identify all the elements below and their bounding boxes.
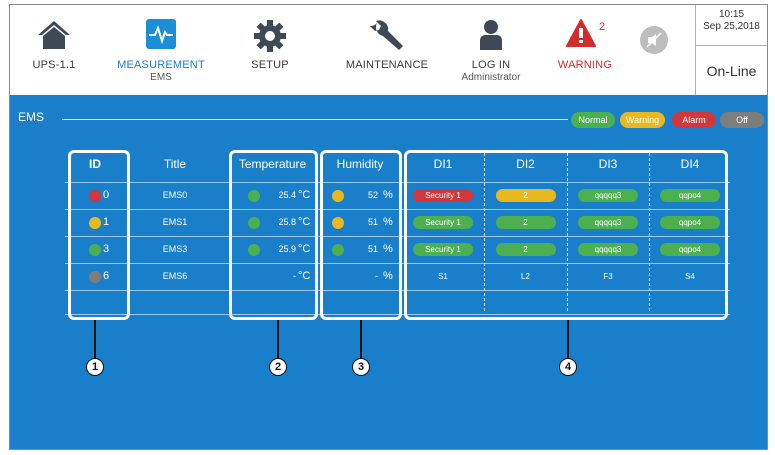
row-title: EMS6 — [162, 271, 188, 281]
nav-maintenance-label: MAINTENANCE — [345, 59, 429, 71]
home-icon — [37, 19, 71, 56]
nav-maintenance-button[interactable]: MAINTENANCE — [332, 5, 442, 95]
mute-speaker-icon — [644, 30, 664, 55]
clock-date: Sep 25,2018 — [703, 21, 760, 32]
column-header-title: Title — [163, 157, 187, 171]
nav-measurement-button[interactable]: MEASUREMENT EMS — [106, 5, 216, 95]
nav-ups-label: UPS-1.1 — [32, 59, 76, 71]
callout-marker-3: 3 — [352, 358, 370, 376]
ups-status: On-Line — [706, 63, 757, 79]
nav-login-button[interactable]: LOG IN Administrator — [450, 5, 532, 95]
clock-divider — [696, 45, 767, 46]
temperature-column-highlight — [229, 150, 318, 320]
callout-leader-line — [567, 320, 569, 358]
nav-ups-button[interactable]: UPS-1.1 — [10, 5, 98, 95]
user-icon — [479, 19, 503, 56]
callout-leader-line — [277, 320, 279, 358]
callout-leader-line — [360, 320, 362, 358]
humidity-column-highlight — [320, 150, 402, 320]
wrench-icon — [369, 19, 405, 58]
nav-login-user: Administrator — [461, 72, 521, 83]
top-navigation-bar: UPS-1.1 MEASUREMENT EMS SETUP MAINTENANC… — [10, 5, 767, 95]
nav-warning-label: WARNING — [557, 59, 613, 71]
clock-status-panel: 10:15 Sep 25,2018 On-Line — [695, 5, 767, 95]
row-title: EMS1 — [162, 217, 188, 227]
legend-alarm: Alarm — [672, 112, 716, 128]
mute-button[interactable] — [640, 26, 668, 54]
row-title: EMS3 — [162, 244, 188, 254]
legend-warning: Warning — [620, 112, 665, 128]
callout-marker-2: 2 — [269, 358, 287, 376]
legend-normal: Normal — [571, 112, 615, 128]
callout-leader-line — [94, 320, 96, 358]
pulse-icon — [146, 19, 176, 54]
app-window: UPS-1.1 MEASUREMENT EMS SETUP MAINTENANC… — [9, 4, 768, 450]
callout-marker-1: 1 — [86, 358, 104, 376]
row-title: EMS0 — [162, 190, 188, 200]
section-title: EMS — [18, 110, 45, 124]
di-columns-highlight — [404, 150, 728, 320]
warning-count-badge: 2 — [599, 21, 606, 33]
nav-login-label: LOG IN — [471, 59, 511, 71]
id-column-highlight — [68, 150, 130, 320]
section-divider — [62, 119, 568, 120]
nav-measurement-sublabel: EMS — [150, 72, 172, 83]
callout-marker-4: 4 — [559, 358, 577, 376]
warning-icon — [566, 19, 596, 52]
legend-off: Off — [720, 112, 764, 128]
gear-icon — [253, 19, 287, 58]
nav-setup-label: SETUP — [251, 59, 289, 71]
nav-setup-button[interactable]: SETUP — [228, 5, 312, 95]
nav-warning-button[interactable]: 2 WARNING — [544, 5, 626, 95]
nav-measurement-label: MEASUREMENT — [117, 59, 205, 71]
clock-time: 10:15 — [718, 9, 745, 20]
ems-panel: EMS Normal Warning Alarm Off ID Title Temp… — [10, 95, 767, 449]
